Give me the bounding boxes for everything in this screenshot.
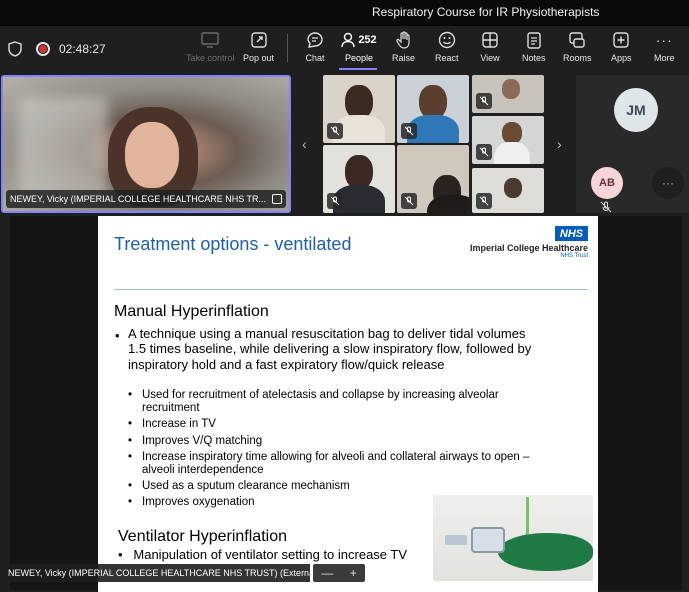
video-gallery: NEWEY, Vicky (IMPERIAL COLLEGE HEALTHCAR… (0, 72, 689, 216)
more-participants-button[interactable]: ··· (652, 167, 684, 199)
raise-hand-icon (394, 30, 414, 50)
grid-icon (480, 30, 500, 50)
pop-out-icon (249, 30, 269, 50)
divider (114, 289, 588, 290)
mic-off-icon (401, 193, 417, 209)
nhs-logo: NHS (555, 226, 588, 241)
raise-hand-button[interactable]: Raise (392, 30, 415, 70)
plus-icon (611, 30, 631, 50)
toolbar-divider (287, 34, 288, 62)
title-bar: Respiratory Course for IR Physiotherapis… (0, 0, 689, 26)
participant-video-tile[interactable] (323, 75, 395, 143)
chat-button[interactable]: Chat (305, 30, 325, 70)
speaker-video-tile[interactable]: NEWEY, Vicky (IMPERIAL COLLEGE HEALTHCAR… (1, 75, 291, 213)
raise-label: Raise (392, 53, 416, 63)
people-count: 252 (358, 34, 377, 46)
section-heading: Manual Hyperinflation (114, 303, 269, 320)
speaker-name-tag: NEWEY, Vicky (IMPERIAL COLLEGE HEALTHCAR… (6, 190, 286, 208)
section-heading: Ventilator Hyperinflation (118, 528, 287, 545)
view-button[interactable]: View (480, 30, 500, 70)
list-item: Improves V/Q matching (128, 435, 538, 448)
rooms-icon (567, 30, 587, 50)
participant-video-tile[interactable] (472, 75, 544, 113)
share-icon (272, 194, 282, 204)
pop-out-label: Pop out (243, 53, 275, 63)
shield-icon[interactable] (8, 41, 22, 57)
view-label: View (480, 53, 500, 63)
mic-off-icon (476, 193, 492, 209)
pop-out-button[interactable]: Pop out (243, 30, 274, 70)
smiley-icon (437, 30, 457, 50)
list-item: Increase inspiratory time allowing for a… (128, 451, 538, 477)
rooms-label: Rooms (563, 53, 592, 63)
participant-video-tile[interactable] (323, 145, 395, 213)
participant-video-tile[interactable] (472, 116, 544, 164)
participant-video-tile[interactable] (472, 168, 544, 213)
speaker-name: NEWEY, Vicky (IMPERIAL COLLEGE HEALTHCAR… (10, 194, 267, 204)
shared-slide: Treatment options - ventilated NHS Imper… (98, 216, 598, 592)
org-subtitle: NHS Trust (560, 253, 588, 259)
people-label: People (344, 53, 374, 63)
take-control-button[interactable]: Take control (186, 30, 235, 70)
gallery-prev-arrow[interactable]: ‹ (302, 136, 307, 152)
mic-off-icon (476, 144, 492, 160)
active-tab-indicator (339, 68, 377, 70)
org-name: Imperial College Healthcare (469, 243, 588, 253)
zoom-controls: — + (313, 564, 365, 582)
gallery-next-arrow[interactable]: › (557, 136, 562, 152)
apps-button[interactable]: Apps (611, 30, 632, 70)
chat-label: Chat (305, 53, 325, 63)
rooms-button[interactable]: Rooms (563, 30, 592, 70)
notes-label: Notes (522, 53, 546, 63)
people-button[interactable]: 252 People (341, 30, 377, 70)
react-button[interactable]: React (435, 30, 459, 70)
mic-off-icon (327, 123, 343, 139)
meeting-timer: 02:48:27 (59, 42, 106, 56)
apps-label: Apps (611, 53, 632, 63)
avatar[interactable]: JM (614, 88, 658, 132)
more-button[interactable]: ··· More (654, 30, 675, 70)
mic-off-icon (401, 123, 417, 139)
main-point: A technique using a manual resuscitation… (128, 326, 532, 372)
take-control-label: Take control (186, 53, 235, 63)
teams-meeting-window: Respiratory Course for IR Physiotherapis… (0, 0, 689, 592)
slide-title: Treatment options - ventilated (114, 234, 352, 254)
zoom-in-button[interactable]: + (350, 566, 357, 580)
avatar[interactable]: AB (591, 167, 623, 199)
mic-off-icon (327, 193, 343, 209)
mic-off-icon (600, 201, 612, 213)
notes-button[interactable]: Notes (522, 30, 546, 70)
list-item: Used as a sputum clearance mechanism (128, 480, 538, 493)
bullet-marker: • (115, 328, 120, 343)
take-control-icon (200, 30, 220, 50)
meeting-info: 02:48:27 (8, 40, 106, 58)
zoom-out-button[interactable]: — (321, 566, 333, 580)
participant-avatars-panel: JM AB ··· (576, 75, 689, 213)
more-dots-icon: ··· (655, 32, 673, 48)
react-label: React (435, 53, 459, 63)
participant-video-tile[interactable] (397, 75, 469, 143)
meeting-toolbar: 02:48:27 Take control Pop out Chat 252 P… (0, 26, 689, 72)
participant-video-tile[interactable] (397, 145, 469, 213)
mic-off-icon (476, 93, 492, 109)
presenter-name-tag: NEWEY, Vicky (IMPERIAL COLLEGE HEALTHCAR… (2, 564, 319, 582)
list-item: Used for recruitment of atelectasis and … (128, 389, 538, 415)
section2-point: • Manipulation of ventilator setting to … (118, 547, 408, 562)
recording-icon (36, 42, 50, 56)
list-item: Increase in TV (128, 418, 538, 431)
more-label: More (654, 53, 675, 63)
resuscitation-bag-photo (433, 495, 593, 581)
people-icon: 252 (341, 30, 377, 50)
chat-icon (305, 30, 325, 50)
section2-point-text: Manipulation of ventilator setting to in… (133, 547, 408, 562)
notes-icon (524, 30, 544, 50)
meeting-title: Respiratory Course for IR Physiotherapis… (372, 5, 600, 19)
